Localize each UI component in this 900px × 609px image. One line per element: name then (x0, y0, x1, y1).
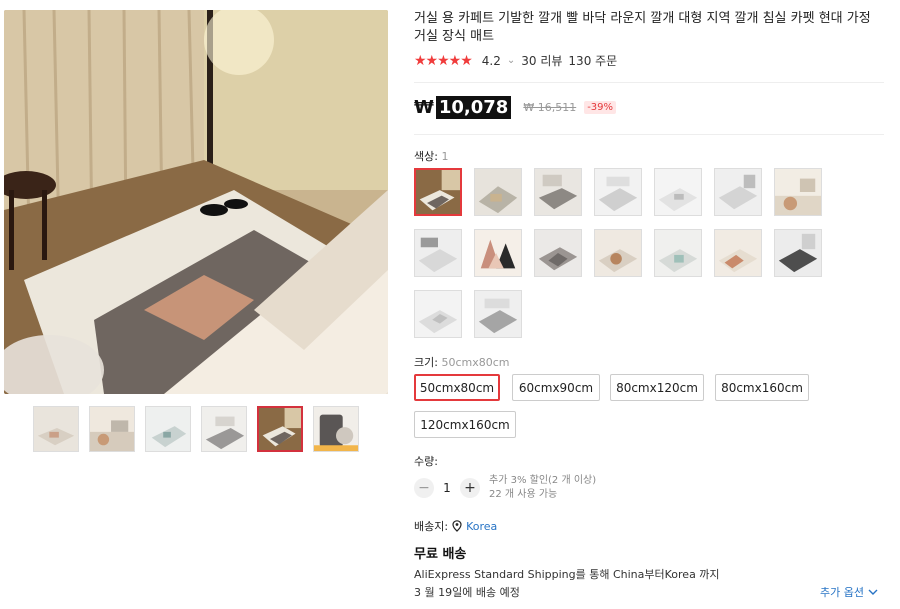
size-label-text: 크기: (414, 356, 438, 369)
size-option-80x120[interactable]: 80cmx120cm (610, 374, 704, 401)
size-option-50x80[interactable]: 50cmx80cm (414, 374, 500, 401)
thumbnail-4[interactable] (201, 406, 247, 452)
color-swatch[interactable] (654, 229, 702, 277)
color-swatch[interactable] (714, 229, 762, 277)
quantity-input[interactable]: 1 (434, 481, 460, 495)
color-swatch[interactable] (474, 229, 522, 277)
color-swatch[interactable] (474, 168, 522, 216)
quantity-label: 수량: (414, 455, 438, 468)
ship-to-label: 배송지: (414, 520, 449, 533)
color-swatch[interactable] (534, 168, 582, 216)
thumbnail-6[interactable] (313, 406, 359, 452)
ship-to-country[interactable]: Korea (466, 520, 497, 533)
stock-available: 22 개 사용 가능 (489, 489, 558, 500)
rating-value[interactable]: 4.2 (482, 54, 501, 68)
free-shipping-title: 무료 배송 (414, 547, 467, 562)
thumbnail-3[interactable] (145, 406, 191, 452)
color-label: 색상: 1 (414, 148, 448, 164)
chevron-down-icon[interactable] (868, 588, 878, 596)
divider (414, 82, 884, 83)
order-count: 130 주문 (568, 54, 618, 68)
thumbnail-5[interactable] (257, 406, 303, 452)
divider (414, 134, 884, 135)
size-selected: 50cmx80cm (441, 356, 510, 369)
size-option-120x160[interactable]: 120cmx160cm (414, 411, 516, 438)
location-pin-icon (452, 520, 462, 532)
size-label: 크기: 50cmx80cm (414, 354, 509, 370)
rating-stars: ★★★★★ (414, 52, 473, 69)
ship-to-row: 배송지: Korea (414, 518, 497, 534)
bulk-discount-note: 추가 3% 할인(2 개 이상) (489, 475, 597, 486)
thumbnail-2[interactable] (89, 406, 135, 452)
more-shipping-options[interactable]: 추가 옵션 (820, 584, 878, 600)
review-count[interactable]: 30 리뷰 (521, 52, 562, 69)
shipping-method-desc: AliExpress Standard Shipping를 통해 China부터… (414, 568, 720, 581)
color-label-text: 색상: (414, 150, 438, 163)
color-swatch[interactable] (414, 168, 462, 216)
color-swatch[interactable] (594, 229, 642, 277)
color-swatch[interactable] (594, 168, 642, 216)
quantity-decrement-button[interactable]: − (414, 478, 434, 498)
more-options-label[interactable]: 추가 옵션 (820, 584, 864, 600)
size-option-80x160[interactable]: 80cmx160cm (715, 374, 809, 401)
color-swatch[interactable] (414, 290, 462, 338)
price-value: 10,078 (435, 96, 512, 119)
color-swatch[interactable] (714, 168, 762, 216)
quantity-stepper: − 1 + (414, 478, 480, 498)
currency-symbol: ₩ (414, 97, 434, 118)
quantity-increment-button[interactable]: + (460, 478, 480, 498)
color-swatch[interactable] (774, 229, 822, 277)
chevron-down-icon[interactable]: ⌄ (507, 55, 515, 66)
main-product-image[interactable] (4, 10, 388, 394)
thumbnail-1[interactable] (33, 406, 79, 452)
delivery-estimate: 3 월 19일에 배송 예정 (414, 586, 520, 599)
product-title: 거실 용 카페트 기발한 깔개 빨 바닥 라운지 깔개 대형 지역 깔개 침실 … (414, 11, 871, 44)
color-swatch[interactable] (534, 229, 582, 277)
color-selected: 1 (441, 150, 449, 163)
discount-badge: -39% (584, 101, 617, 114)
size-option-60x90[interactable]: 60cmx90cm (512, 374, 600, 401)
thumbnail-strip (33, 406, 359, 452)
rating-row: ★★★★★ 4.2 ⌄ 30 리뷰 130 주문 (414, 52, 617, 69)
color-swatch[interactable] (654, 168, 702, 216)
original-price: ₩ 16,511 (523, 101, 577, 114)
color-swatch[interactable] (414, 229, 462, 277)
color-swatch[interactable] (774, 168, 822, 216)
price-row: ₩ 10,078 ₩ 16,511 -39% (414, 96, 617, 119)
current-price: ₩ 10,078 (414, 96, 512, 119)
quantity-note: 추가 3% 할인(2 개 이상) 22 개 사용 가능 (489, 474, 596, 502)
color-swatch[interactable] (474, 290, 522, 338)
